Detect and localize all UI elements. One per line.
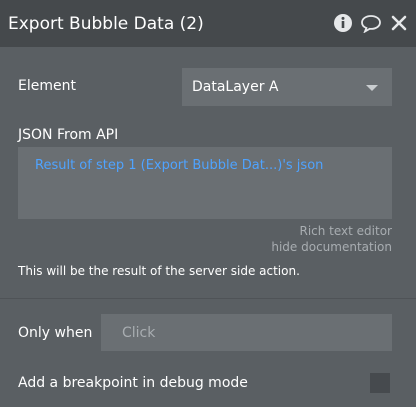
json-from-api-field[interactable]: Result of step 1 (Export Bubble Dat...)'…	[18, 147, 392, 219]
element-dropdown-value: DataLayer A	[192, 79, 279, 95]
element-label: Element	[18, 78, 76, 94]
chevron-down-icon	[366, 85, 378, 91]
property-editor-titlebar: Export Bubble Data (2) D	[0, 0, 416, 47]
only-when-condition-field[interactable]: Click	[101, 314, 392, 351]
dynamic-expression[interactable]: Result of step 1 (Export Bubble Dat...)'…	[35, 157, 323, 175]
only-when-label: Only when	[18, 325, 93, 341]
only-when-placeholder: Click	[122, 325, 156, 341]
element-dropdown[interactable]: DataLayer A	[182, 68, 392, 106]
comment-icon[interactable]	[360, 12, 382, 34]
section-divider	[0, 298, 416, 299]
panel-title[interactable]: Export Bubble Data (2) D	[8, 12, 206, 36]
info-icon[interactable]	[332, 12, 354, 34]
hide-documentation-link[interactable]: hide documentation	[271, 239, 392, 255]
json-from-api-label: JSON From API	[18, 127, 119, 143]
close-icon[interactable]	[388, 12, 410, 34]
documentation-text: This will be the result of the server si…	[18, 264, 300, 278]
breakpoint-label: Add a breakpoint in debug mode	[18, 375, 248, 391]
rich-text-editor-link[interactable]: Rich text editor	[299, 223, 392, 239]
breakpoint-checkbox[interactable]	[370, 373, 390, 393]
titlebar-icons	[332, 12, 410, 34]
